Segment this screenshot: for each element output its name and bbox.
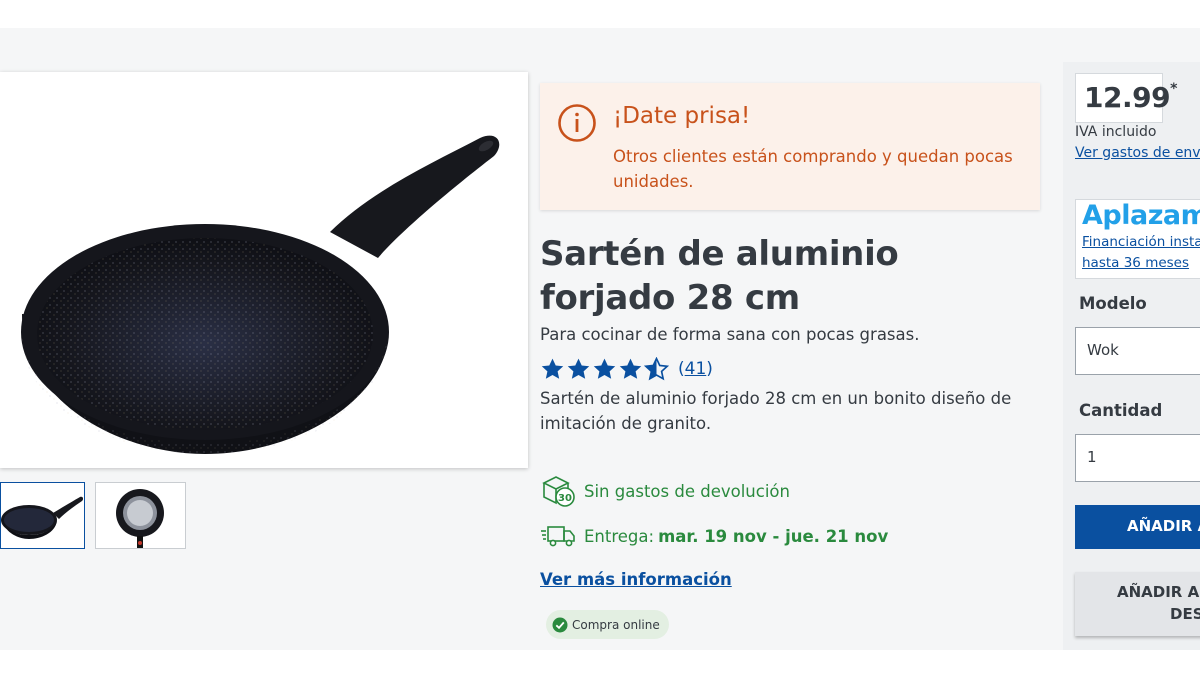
financing-link[interactable]: Financiación instan — [1082, 234, 1200, 250]
returns-box-icon: 30 — [542, 476, 575, 507]
delivery-truck-icon — [541, 526, 575, 547]
thumbnail-image — [1, 496, 84, 539]
alert-title: ¡Date prisa! — [613, 103, 751, 129]
thumbnail-pan-top[interactable] — [95, 482, 186, 549]
star-full-icon — [567, 358, 590, 379]
free-returns-text: Sin gastos de devolución — [584, 481, 790, 501]
low-stock-alert: ¡Date prisa! Otros clientes están compra… — [540, 83, 1040, 210]
price: 12.99* — [1084, 81, 1177, 114]
wishlist-button-line1: AÑADIR A M — [1117, 583, 1200, 601]
price-asterisk: * — [1170, 80, 1177, 97]
vat-note: IVA incluido — [1075, 124, 1157, 140]
star-full-icon — [593, 358, 616, 379]
check-circle-icon — [552, 617, 568, 632]
quantity-input[interactable]: 1 — [1075, 434, 1200, 482]
quantity-label: Cantidad — [1079, 401, 1163, 420]
thumbnail-pan-side[interactable] — [0, 482, 85, 549]
alert-text: Otros clientes están comprando y quedan … — [613, 147, 1013, 191]
rating-count[interactable]: (41) — [678, 359, 713, 379]
thumbnail-image — [116, 489, 164, 548]
financing-box[interactable]: Aplazam Financiación instan hasta 36 mes… — [1075, 199, 1200, 279]
add-to-cart-button[interactable]: AÑADIR A — [1075, 505, 1200, 549]
price-value: 12.99 — [1084, 81, 1171, 114]
model-label: Modelo — [1079, 294, 1147, 313]
returns-days-text: 30 — [558, 493, 572, 504]
aplazame-logo: Aplazam — [1082, 200, 1200, 231]
delivery-benefit: Entrega: mar. 19 nov - jue. 21 nov — [540, 518, 888, 554]
info-icon — [558, 104, 596, 142]
free-returns-benefit: 30 Sin gastos de devolución — [540, 473, 790, 509]
shipping-costs-link[interactable]: Ver gastos de envío — [1075, 145, 1200, 161]
delivery-label: Entrega: — [584, 526, 655, 546]
product-description: Sartén de aluminio forjado 28 cm en un b… — [540, 389, 1012, 433]
delivery-dates: mar. 19 nov - jue. 21 nov — [658, 526, 889, 546]
product-rating[interactable]: (41) — [540, 355, 713, 383]
frying-pan-image — [21, 135, 500, 454]
wishlist-button-line2: DESE — [1170, 605, 1200, 623]
online-purchase-text: Compra online — [572, 617, 660, 632]
rating-count-number: 41 — [684, 359, 707, 379]
model-select[interactable]: Wok — [1075, 327, 1200, 375]
price-box: 12.99* — [1075, 73, 1177, 123]
product-title: Sartén de aluminio forjado 28 cm — [540, 234, 899, 318]
product-subtitle: Para cocinar de forma sana con pocas gra… — [540, 325, 920, 344]
star-full-icon — [619, 358, 642, 379]
add-to-wishlist-button[interactable]: AÑADIR A M DESE — [1075, 572, 1200, 636]
star-full-icon — [541, 358, 564, 379]
more-info-link[interactable]: Ver más información — [540, 570, 732, 589]
product-main-image[interactable] — [0, 72, 528, 468]
financing-months-link[interactable]: hasta 36 meses — [1082, 255, 1189, 271]
rating-count-close: ) — [706, 359, 713, 379]
rating-count-open: ( — [678, 359, 685, 379]
star-half-icon — [644, 356, 669, 380]
purchase-panel: 12.99* IVA incluido Ver gastos de envío … — [1063, 62, 1200, 650]
online-purchase-badge: Compra online — [546, 610, 669, 639]
